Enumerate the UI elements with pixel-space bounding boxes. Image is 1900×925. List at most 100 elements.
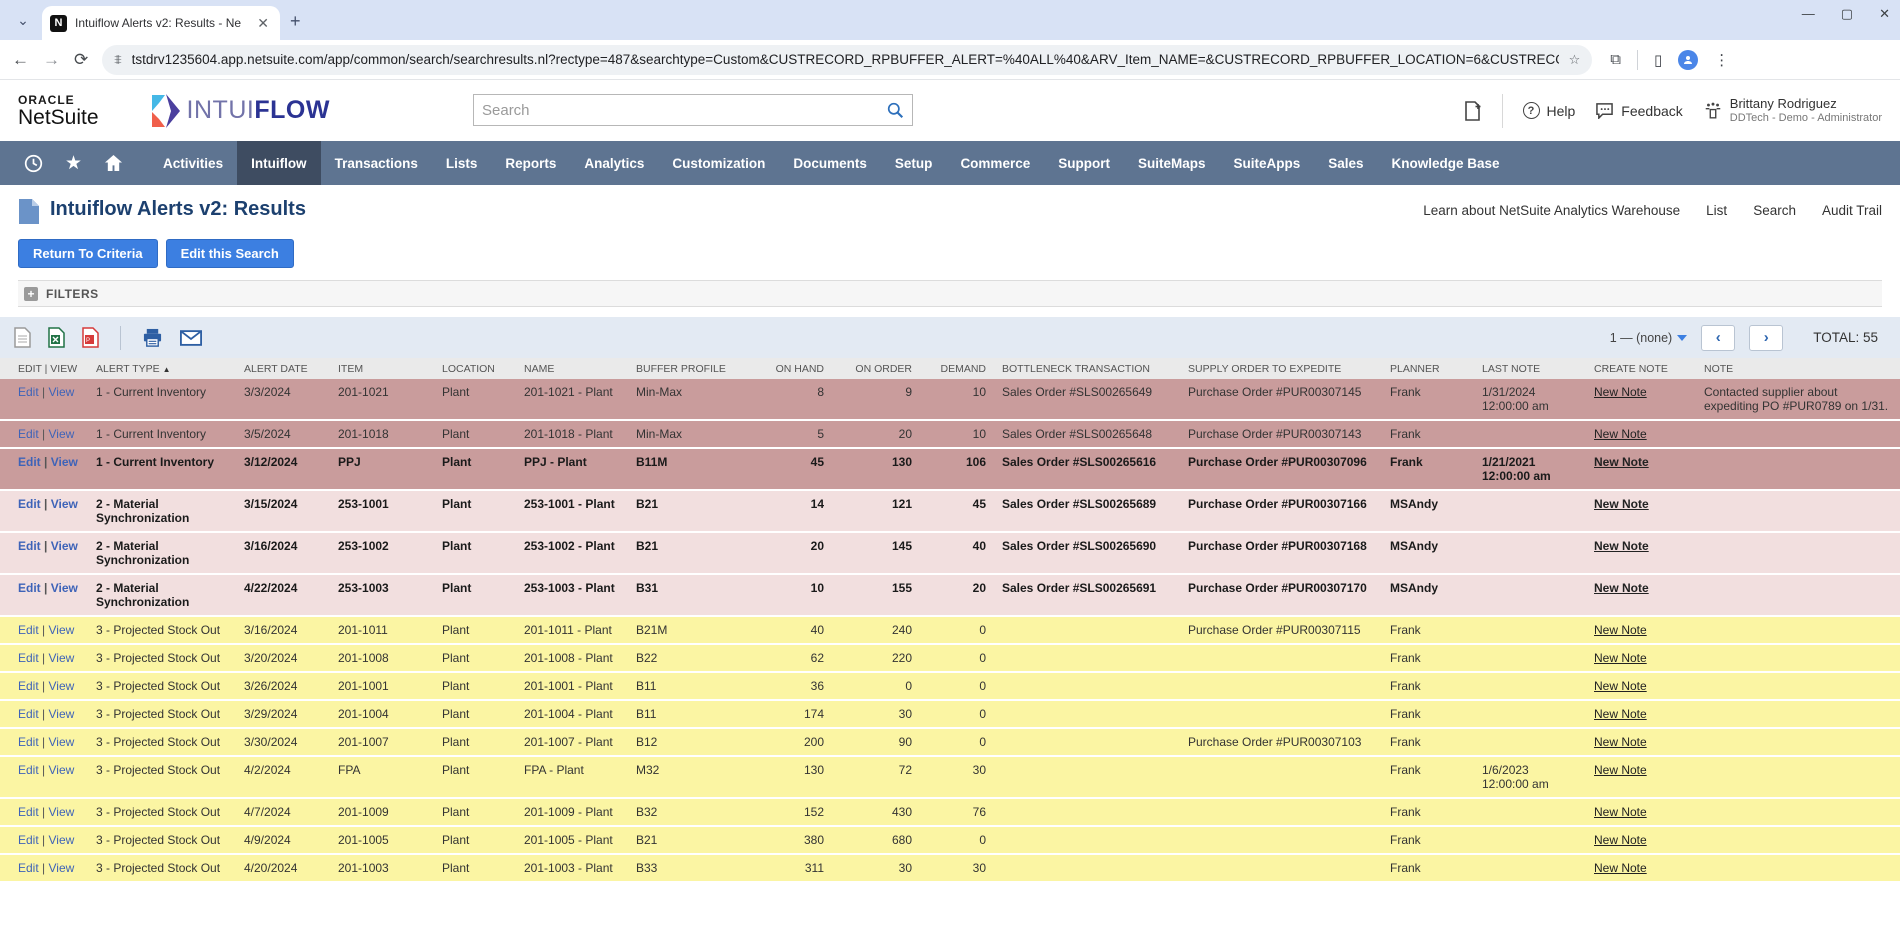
edit-this-search-button[interactable]: Edit this Search — [166, 239, 294, 268]
export-csv-icon[interactable] — [14, 327, 31, 348]
browser-profile-avatar[interactable] — [1678, 50, 1698, 70]
col-header-name[interactable]: NAME — [516, 358, 628, 379]
edit-link[interactable]: Edit — [18, 427, 39, 441]
edit-link[interactable]: Edit — [18, 385, 39, 399]
print-icon[interactable] — [142, 328, 163, 348]
next-page-button[interactable]: › — [1749, 325, 1783, 351]
view-link[interactable]: View — [51, 497, 78, 511]
shortcuts-star-icon[interactable]: ★ — [65, 152, 82, 175]
col-header-on_hand[interactable]: ON HAND — [750, 358, 832, 379]
bookmark-star-icon[interactable]: ☆ — [1569, 52, 1581, 68]
edit-link[interactable]: Edit — [18, 581, 41, 595]
link-learn-naw[interactable]: Learn about NetSuite Analytics Warehouse — [1423, 203, 1680, 218]
col-header-item[interactable]: ITEM — [330, 358, 434, 379]
new-note-link[interactable]: New Note — [1594, 651, 1647, 665]
nav-item-activities[interactable]: Activities — [149, 141, 237, 185]
new-note-link[interactable]: New Note — [1594, 707, 1647, 721]
tab-search-chevron-icon[interactable]: ⌄ — [8, 5, 38, 35]
export-pdf-icon[interactable]: P — [82, 327, 99, 348]
extensions-icon[interactable]: ⧉ — [1610, 51, 1621, 68]
roles-menu[interactable]: Brittany Rodriguez DDTech - Demo - Admin… — [1703, 96, 1882, 126]
col-header-note[interactable]: NOTE — [1696, 358, 1900, 379]
col-header-last_note[interactable]: LAST NOTE — [1474, 358, 1586, 379]
nav-item-support[interactable]: Support — [1044, 141, 1124, 185]
new-note-link[interactable]: New Note — [1594, 735, 1647, 749]
col-header-buffer_profile[interactable]: BUFFER PROFILE — [628, 358, 750, 379]
view-link[interactable]: View — [48, 385, 74, 399]
view-link[interactable]: View — [51, 581, 78, 595]
new-note-link[interactable]: New Note — [1594, 497, 1649, 511]
edit-link[interactable]: Edit — [18, 763, 39, 777]
recent-records-clock-icon[interactable] — [24, 154, 43, 173]
nav-item-commerce[interactable]: Commerce — [946, 141, 1044, 185]
edit-link[interactable]: Edit — [18, 455, 41, 469]
view-link[interactable]: View — [48, 707, 74, 721]
new-note-link[interactable]: New Note — [1594, 805, 1647, 819]
window-minimize-button[interactable]: — — [1802, 6, 1815, 22]
col-header-location[interactable]: LOCATION — [434, 358, 516, 379]
new-note-link[interactable]: New Note — [1594, 581, 1649, 595]
view-link[interactable]: View — [48, 861, 74, 875]
col-header-planner[interactable]: PLANNER — [1382, 358, 1474, 379]
nav-item-knowledge-base[interactable]: Knowledge Base — [1378, 141, 1514, 185]
edit-link[interactable]: Edit — [18, 651, 39, 665]
link-audit-trail[interactable]: Audit Trail — [1822, 203, 1882, 218]
prev-page-button[interactable]: ‹ — [1701, 325, 1735, 351]
new-note-link[interactable]: New Note — [1594, 623, 1647, 637]
edit-link[interactable]: Edit — [18, 861, 39, 875]
address-bar[interactable]: ⩨ tstdrv1235604.app.netsuite.com/app/com… — [102, 45, 1592, 75]
export-excel-icon[interactable] — [48, 327, 65, 348]
nav-item-reports[interactable]: Reports — [491, 141, 570, 185]
email-icon[interactable] — [180, 330, 202, 346]
back-icon[interactable]: ← — [12, 50, 29, 70]
col-header-bottleneck[interactable]: BOTTLENECK TRANSACTION — [994, 358, 1180, 379]
view-link[interactable]: View — [51, 539, 78, 553]
view-link[interactable]: View — [48, 805, 74, 819]
window-close-button[interactable]: ✕ — [1879, 6, 1890, 22]
edit-link[interactable]: Edit — [18, 539, 41, 553]
col-header-alert_date[interactable]: ALERT DATE — [236, 358, 330, 379]
new-note-link[interactable]: New Note — [1594, 833, 1647, 847]
nav-item-setup[interactable]: Setup — [881, 141, 947, 185]
view-link[interactable]: View — [48, 763, 74, 777]
forward-icon[interactable]: → — [43, 50, 60, 70]
edit-link[interactable]: Edit — [18, 623, 39, 637]
feedback-button[interactable]: Feedback — [1595, 102, 1682, 119]
help-button[interactable]: ? Help — [1523, 102, 1576, 119]
browser-tab[interactable]: N Intuiflow Alerts v2: Results - Ne ✕ — [42, 6, 280, 40]
tab-close-icon[interactable]: ✕ — [254, 15, 272, 32]
edit-link[interactable]: Edit — [18, 679, 39, 693]
col-header-editview[interactable]: EDIT | VIEW — [0, 358, 88, 379]
new-note-link[interactable]: New Note — [1594, 385, 1647, 399]
view-link[interactable]: View — [48, 833, 74, 847]
quick-add-icon[interactable] — [1462, 100, 1482, 122]
nav-item-suitemaps[interactable]: SuiteMaps — [1124, 141, 1220, 185]
new-tab-button[interactable]: + — [290, 11, 301, 32]
col-header-supply_order[interactable]: SUPPLY ORDER TO EXPEDITE — [1180, 358, 1382, 379]
col-header-alert_type[interactable]: ALERT TYPE▲ — [88, 358, 236, 379]
new-note-link[interactable]: New Note — [1594, 679, 1647, 693]
new-note-link[interactable]: New Note — [1594, 763, 1647, 777]
col-header-on_order[interactable]: ON ORDER — [832, 358, 920, 379]
nav-item-analytics[interactable]: Analytics — [570, 141, 658, 185]
oracle-netsuite-logo[interactable]: ORACLE NetSuite — [18, 94, 99, 128]
nav-item-lists[interactable]: Lists — [432, 141, 492, 185]
edit-link[interactable]: Edit — [18, 833, 39, 847]
new-note-link[interactable]: New Note — [1594, 861, 1647, 875]
new-note-link[interactable]: New Note — [1594, 539, 1649, 553]
search-icon[interactable] — [887, 102, 904, 119]
view-link[interactable]: View — [51, 455, 78, 469]
view-link[interactable]: View — [48, 651, 74, 665]
edit-link[interactable]: Edit — [18, 805, 39, 819]
new-note-link[interactable]: New Note — [1594, 455, 1649, 469]
refresh-icon[interactable]: ⟳ — [74, 50, 88, 70]
link-search[interactable]: Search — [1753, 203, 1796, 218]
nav-item-documents[interactable]: Documents — [779, 141, 881, 185]
side-panel-icon[interactable]: ▯ — [1654, 51, 1662, 69]
edit-link[interactable]: Edit — [18, 707, 39, 721]
col-header-demand[interactable]: DEMAND — [920, 358, 994, 379]
global-search-input[interactable] — [482, 102, 887, 119]
col-header-create_note[interactable]: CREATE NOTE — [1586, 358, 1696, 379]
view-link[interactable]: View — [48, 623, 74, 637]
window-maximize-button[interactable]: ▢ — [1841, 6, 1853, 22]
